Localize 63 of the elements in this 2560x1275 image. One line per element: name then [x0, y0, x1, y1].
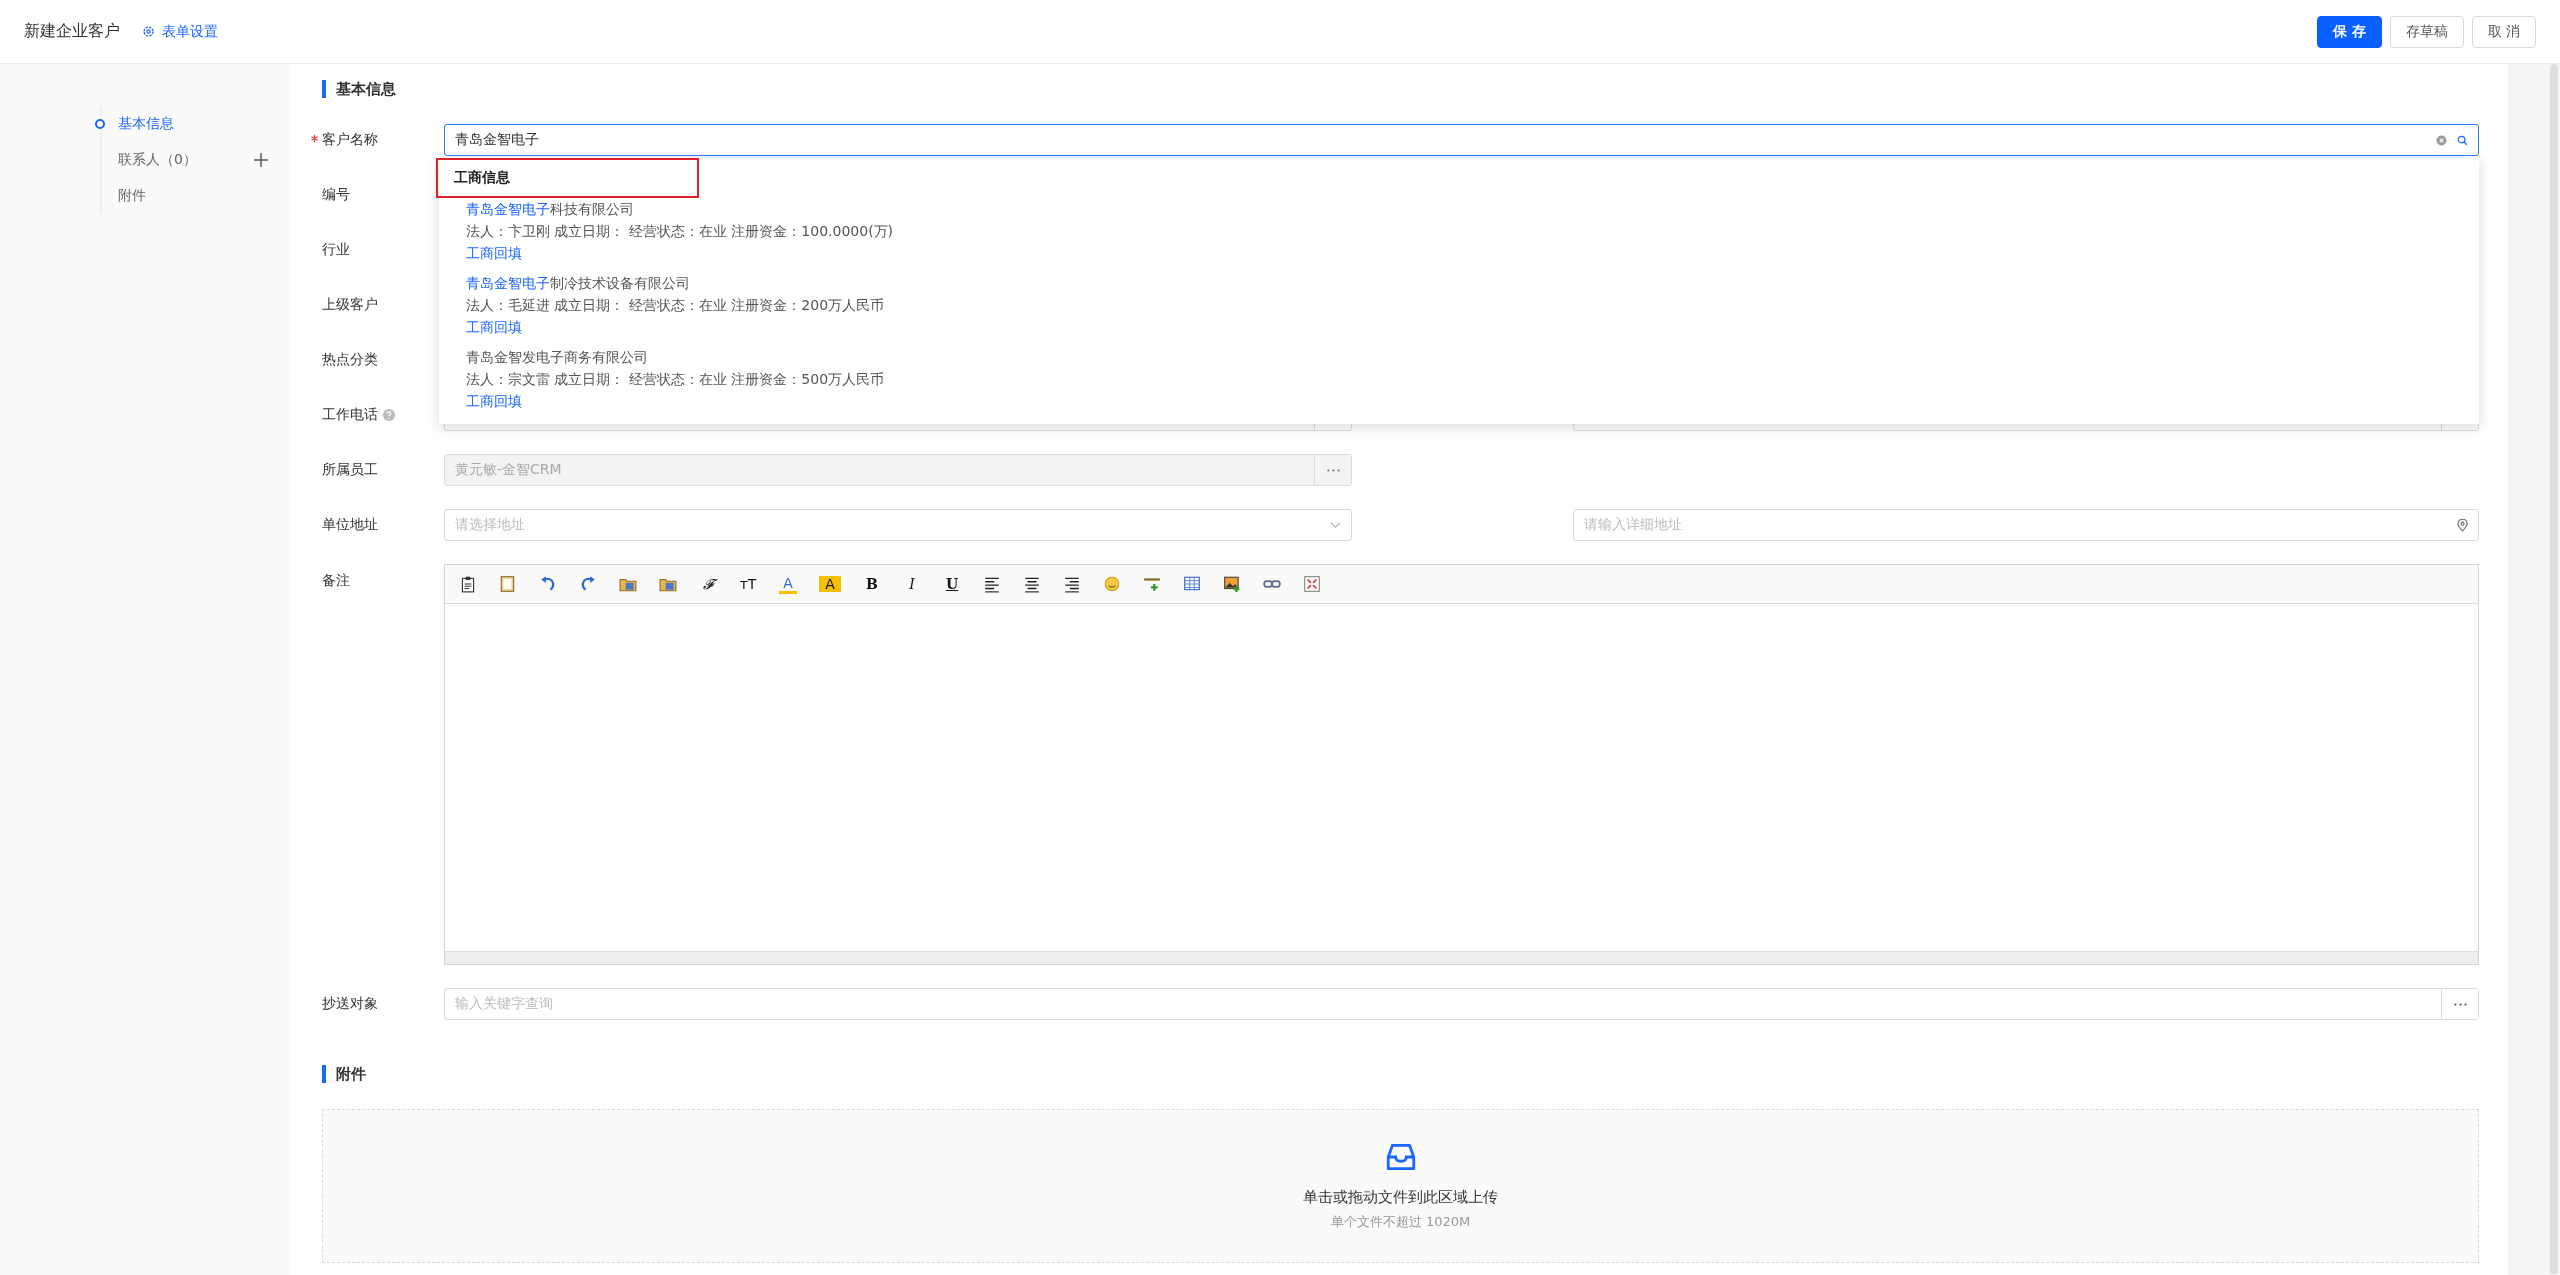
- italic-button[interactable]: I: [903, 576, 921, 592]
- upload-prompt: 单击或拖动文件到此区域上传: [1303, 1187, 1498, 1207]
- align-icon[interactable]: [1023, 575, 1041, 593]
- field-label: 备注: [322, 572, 350, 590]
- clear-icon[interactable]: [2436, 134, 2447, 146]
- align-icon[interactable]: [1063, 575, 1081, 593]
- upload-hint: 单个文件不超过 1020M: [1330, 1212, 1471, 1231]
- field-label: 热点分类: [322, 351, 378, 369]
- field-label: 抄送对象: [322, 995, 378, 1013]
- underline-button[interactable]: U: [943, 576, 961, 592]
- bold-button[interactable]: B: [863, 576, 881, 592]
- rich-text-editor[interactable]: 𝓕 тT A A B I U: [444, 564, 2479, 965]
- font-button[interactable]: 𝓕: [699, 575, 717, 593]
- cancel-button[interactable]: 取 消: [2471, 15, 2536, 48]
- company-details: 法人：卞卫刚 成立日期： 经营状态：在业 注册资金：100.0000(万): [466, 222, 894, 241]
- field-label: 编号: [322, 186, 350, 204]
- table-icon[interactable]: [1183, 575, 1201, 593]
- fullscreen-icon[interactable]: [1303, 575, 1321, 593]
- upload-area[interactable]: 单击或拖动文件到此区域上传 单个文件不超过 1020M: [322, 1109, 2479, 1263]
- company-details: 法人：毛延进 成立日期： 经营状态：在业 注册资金：200万人民币: [466, 296, 885, 315]
- nav-item[interactable]: 附件: [118, 187, 146, 205]
- fill-link[interactable]: 工商回填: [466, 316, 522, 338]
- form-settings-link[interactable]: 表单设置: [142, 22, 218, 41]
- company-name[interactable]: 青岛金智电子制冷技术设备有限公司: [466, 272, 690, 294]
- font-size-button[interactable]: тT: [739, 576, 757, 592]
- highlight-button[interactable]: A: [819, 576, 841, 592]
- group-header: 工商信息: [436, 158, 699, 198]
- field-label: 所属员工: [322, 461, 378, 479]
- field-label: 上级客户: [322, 296, 378, 314]
- resize-handle[interactable]: [445, 951, 2478, 964]
- nav-item[interactable]: 联系人（0）: [118, 151, 197, 169]
- field-label: 单位地址: [322, 516, 378, 534]
- chevron-down-icon: [1330, 521, 1341, 529]
- font-color-button[interactable]: A: [779, 574, 797, 594]
- search-icon[interactable]: [2457, 134, 2468, 146]
- clipboard-icon[interactable]: [459, 575, 477, 593]
- image-icon[interactable]: [1223, 575, 1241, 593]
- redo-icon[interactable]: [579, 575, 597, 593]
- field-label: 行业: [322, 241, 350, 259]
- scrollbar[interactable]: [2508, 64, 2560, 1275]
- nav-item[interactable]: 基本信息: [118, 115, 174, 133]
- company-details: 法人：宗文雷 成立日期： 经营状态：在业 注册资金：500万人民币: [466, 370, 885, 389]
- section-title: 基本信息: [322, 80, 2479, 98]
- section-title: 附件: [322, 1065, 2479, 1083]
- document-icon[interactable]: [499, 575, 517, 593]
- company-name[interactable]: 青岛金智电子科技有限公司: [466, 198, 634, 220]
- fill-link[interactable]: 工商回填: [466, 390, 522, 412]
- settings-icon: [142, 25, 155, 38]
- align-icon[interactable]: [983, 575, 1001, 593]
- page-title: 新建企业客户: [24, 21, 120, 42]
- fill-link[interactable]: 工商回填: [466, 242, 522, 264]
- company-name[interactable]: 青岛金智发电子商务有限公司: [466, 346, 648, 368]
- customer-name-field[interactable]: 青岛金智电子: [444, 124, 2479, 156]
- save-button[interactable]: 保 存: [2316, 15, 2382, 48]
- more-icon[interactable]: [2453, 1002, 2467, 1006]
- draft-button[interactable]: 存草稿: [2389, 15, 2464, 48]
- undo-icon[interactable]: [539, 575, 557, 593]
- horizontal-rule-icon[interactable]: [1143, 575, 1161, 593]
- smiley-icon[interactable]: [1103, 575, 1121, 593]
- add-icon[interactable]: [254, 153, 268, 167]
- location-pin-icon: [2457, 518, 2468, 532]
- field-label: 工作电话: [322, 406, 378, 424]
- field-label: 客户名称: [322, 131, 378, 149]
